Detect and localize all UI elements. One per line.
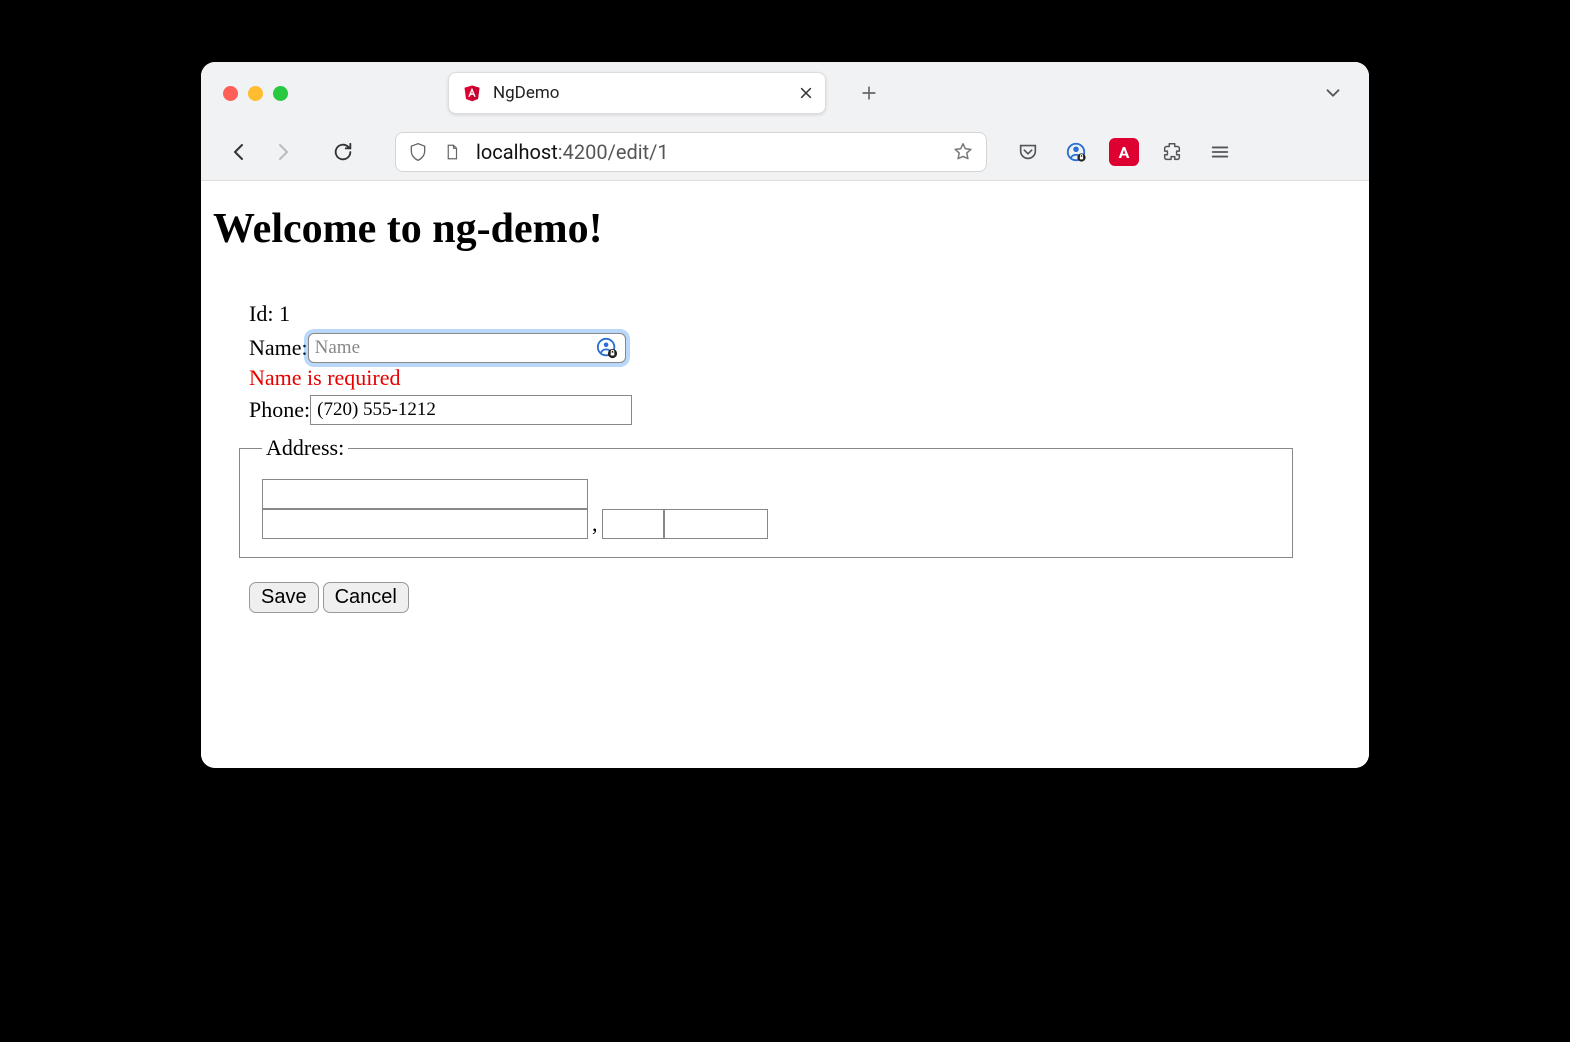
phone-row: Phone: — [249, 395, 1357, 425]
angular-favicon-icon — [463, 84, 481, 102]
phone-input[interactable] — [310, 395, 632, 425]
url-text: localhost:4200/edit/1 — [476, 140, 938, 164]
browser-window: NgDemo — [201, 62, 1369, 768]
window-close-button[interactable] — [223, 86, 238, 101]
city-input[interactable] — [262, 509, 588, 539]
tab-title: NgDemo — [493, 83, 785, 103]
tab-bar: NgDemo — [201, 62, 1369, 124]
url-host: localhost — [476, 140, 558, 164]
zip-input[interactable] — [664, 509, 768, 539]
password-manager-icon[interactable] — [1059, 135, 1093, 169]
name-label: Name: — [249, 335, 308, 361]
url-path: :4200/edit/1 — [558, 140, 669, 164]
reload-button[interactable] — [325, 134, 361, 170]
state-input[interactable] — [602, 509, 664, 539]
page-content: Welcome to ng-demo! Id: 1 Name: Name is … — [201, 181, 1369, 768]
phone-label: Phone: — [249, 397, 310, 423]
person-form: Id: 1 Name: Name is required Phone: Addr… — [213, 301, 1357, 558]
name-input[interactable] — [308, 333, 626, 363]
id-value: 1 — [279, 301, 290, 327]
url-bar[interactable]: localhost:4200/edit/1 — [395, 132, 987, 172]
back-button[interactable] — [221, 134, 257, 170]
browser-tab[interactable]: NgDemo — [448, 72, 826, 114]
window-maximize-button[interactable] — [273, 86, 288, 101]
traffic-lights — [223, 86, 288, 101]
browser-chrome: NgDemo — [201, 62, 1369, 181]
form-buttons: Save Cancel — [249, 582, 1357, 613]
save-button[interactable]: Save — [249, 582, 319, 613]
name-row: Name: — [249, 333, 1357, 363]
browser-toolbar: localhost:4200/edit/1 A — [201, 124, 1369, 180]
tab-list-chevron-icon[interactable] — [1319, 79, 1347, 107]
document-icon — [442, 142, 462, 162]
address-comma: , — [588, 511, 602, 537]
tab-close-button[interactable] — [797, 84, 815, 102]
shield-icon — [408, 142, 428, 162]
menu-button[interactable] — [1203, 135, 1237, 169]
street-input[interactable] — [262, 479, 588, 509]
cancel-button[interactable]: Cancel — [323, 582, 409, 613]
pocket-icon[interactable] — [1011, 135, 1045, 169]
page-heading: Welcome to ng-demo! — [213, 205, 1357, 253]
address-legend: Address: — [262, 435, 348, 461]
forward-button[interactable] — [265, 134, 301, 170]
id-label: Id: — [249, 301, 273, 327]
extensions-icon[interactable] — [1155, 135, 1189, 169]
new-tab-button[interactable] — [854, 78, 884, 108]
bookmark-star-icon[interactable] — [952, 141, 974, 163]
id-row: Id: 1 — [249, 301, 1357, 327]
address-fieldset: Address: , — [239, 435, 1293, 558]
angular-devtools-icon[interactable]: A — [1107, 135, 1141, 169]
password-lock-icon[interactable] — [596, 337, 618, 359]
window-minimize-button[interactable] — [248, 86, 263, 101]
name-error: Name is required — [249, 365, 1357, 391]
